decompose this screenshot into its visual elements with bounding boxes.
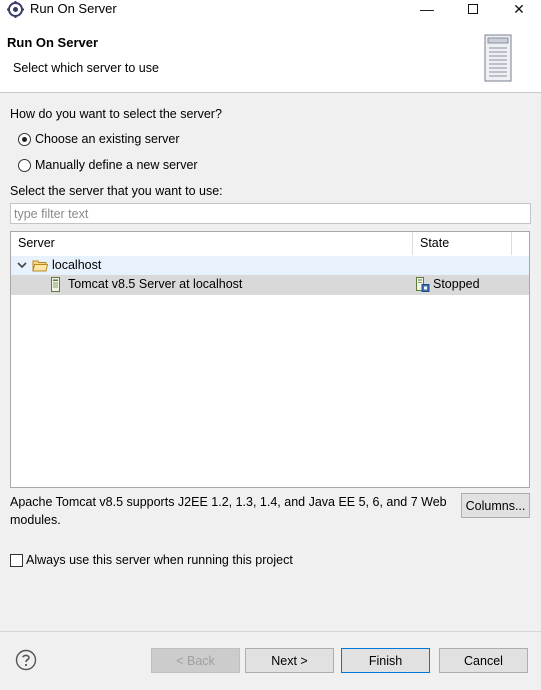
chevron-down-icon[interactable] [16,259,28,271]
wizard-title: Run On Server [7,35,99,50]
wizard-header: Run On Server Select which server to use [0,20,541,93]
finish-button[interactable]: Finish [341,648,430,673]
server-tower-icon [484,34,512,82]
manual-server-radio[interactable]: Manually define a new server [18,158,198,172]
server-description: Apache Tomcat v8.5 supports J2EE 1.2, 1.… [10,495,447,527]
title-bar: Run On Server — ✕ [0,0,541,20]
radio-indicator[interactable] [18,158,31,172]
back-button[interactable]: < Back [151,648,240,673]
selection-question: How do you want to select the server? [10,107,222,121]
always-use-server-checkbox[interactable]: Always use this server when running this… [10,553,293,567]
next-button[interactable]: Next > [245,648,334,673]
existing-server-radio[interactable]: Choose an existing server [18,132,180,146]
columns-button[interactable]: Columns... [461,493,530,518]
tree-row-localhost[interactable]: localhost [11,256,529,276]
radio-indicator-checked[interactable] [18,132,31,146]
table-header: Server State [11,232,529,255]
always-use-server-label: Always use this server when running this… [26,553,293,567]
server-stopped-icon [416,277,430,292]
server-name: Tomcat v8.5 Server at localhost [68,277,243,291]
table-row[interactable]: Tomcat v8.5 Server at localhost Stopped [11,275,529,295]
maximize-button[interactable] [450,0,496,20]
server-table[interactable]: Server State localhost Tomcat v8.5 Serve… [10,231,530,488]
existing-server-label: Choose an existing server [35,132,180,146]
server-list-label: Select the server that you want to use: [10,184,223,198]
close-button[interactable]: ✕ [496,0,541,20]
manual-server-label: Manually define a new server [35,158,198,172]
window-title: Run On Server [30,1,117,16]
server-gear-icon [7,1,24,18]
minimize-button[interactable]: — [404,0,450,20]
close-icon: ✕ [513,1,525,17]
help-icon[interactable] [15,649,37,671]
cancel-button[interactable]: Cancel [439,648,528,673]
maximize-icon [468,4,478,14]
wizard-description: Select which server to use [13,61,159,75]
server-state: Stopped [433,277,480,291]
server-icon [51,277,60,292]
column-header-state[interactable]: State [413,232,512,255]
host-label: localhost [52,258,102,272]
minimize-icon: — [420,1,434,17]
footer-divider [0,631,541,632]
column-header-server[interactable]: Server [11,232,413,255]
filter-input[interactable] [10,203,531,224]
folder-open-icon [32,260,48,272]
checkbox-indicator[interactable] [10,553,23,567]
